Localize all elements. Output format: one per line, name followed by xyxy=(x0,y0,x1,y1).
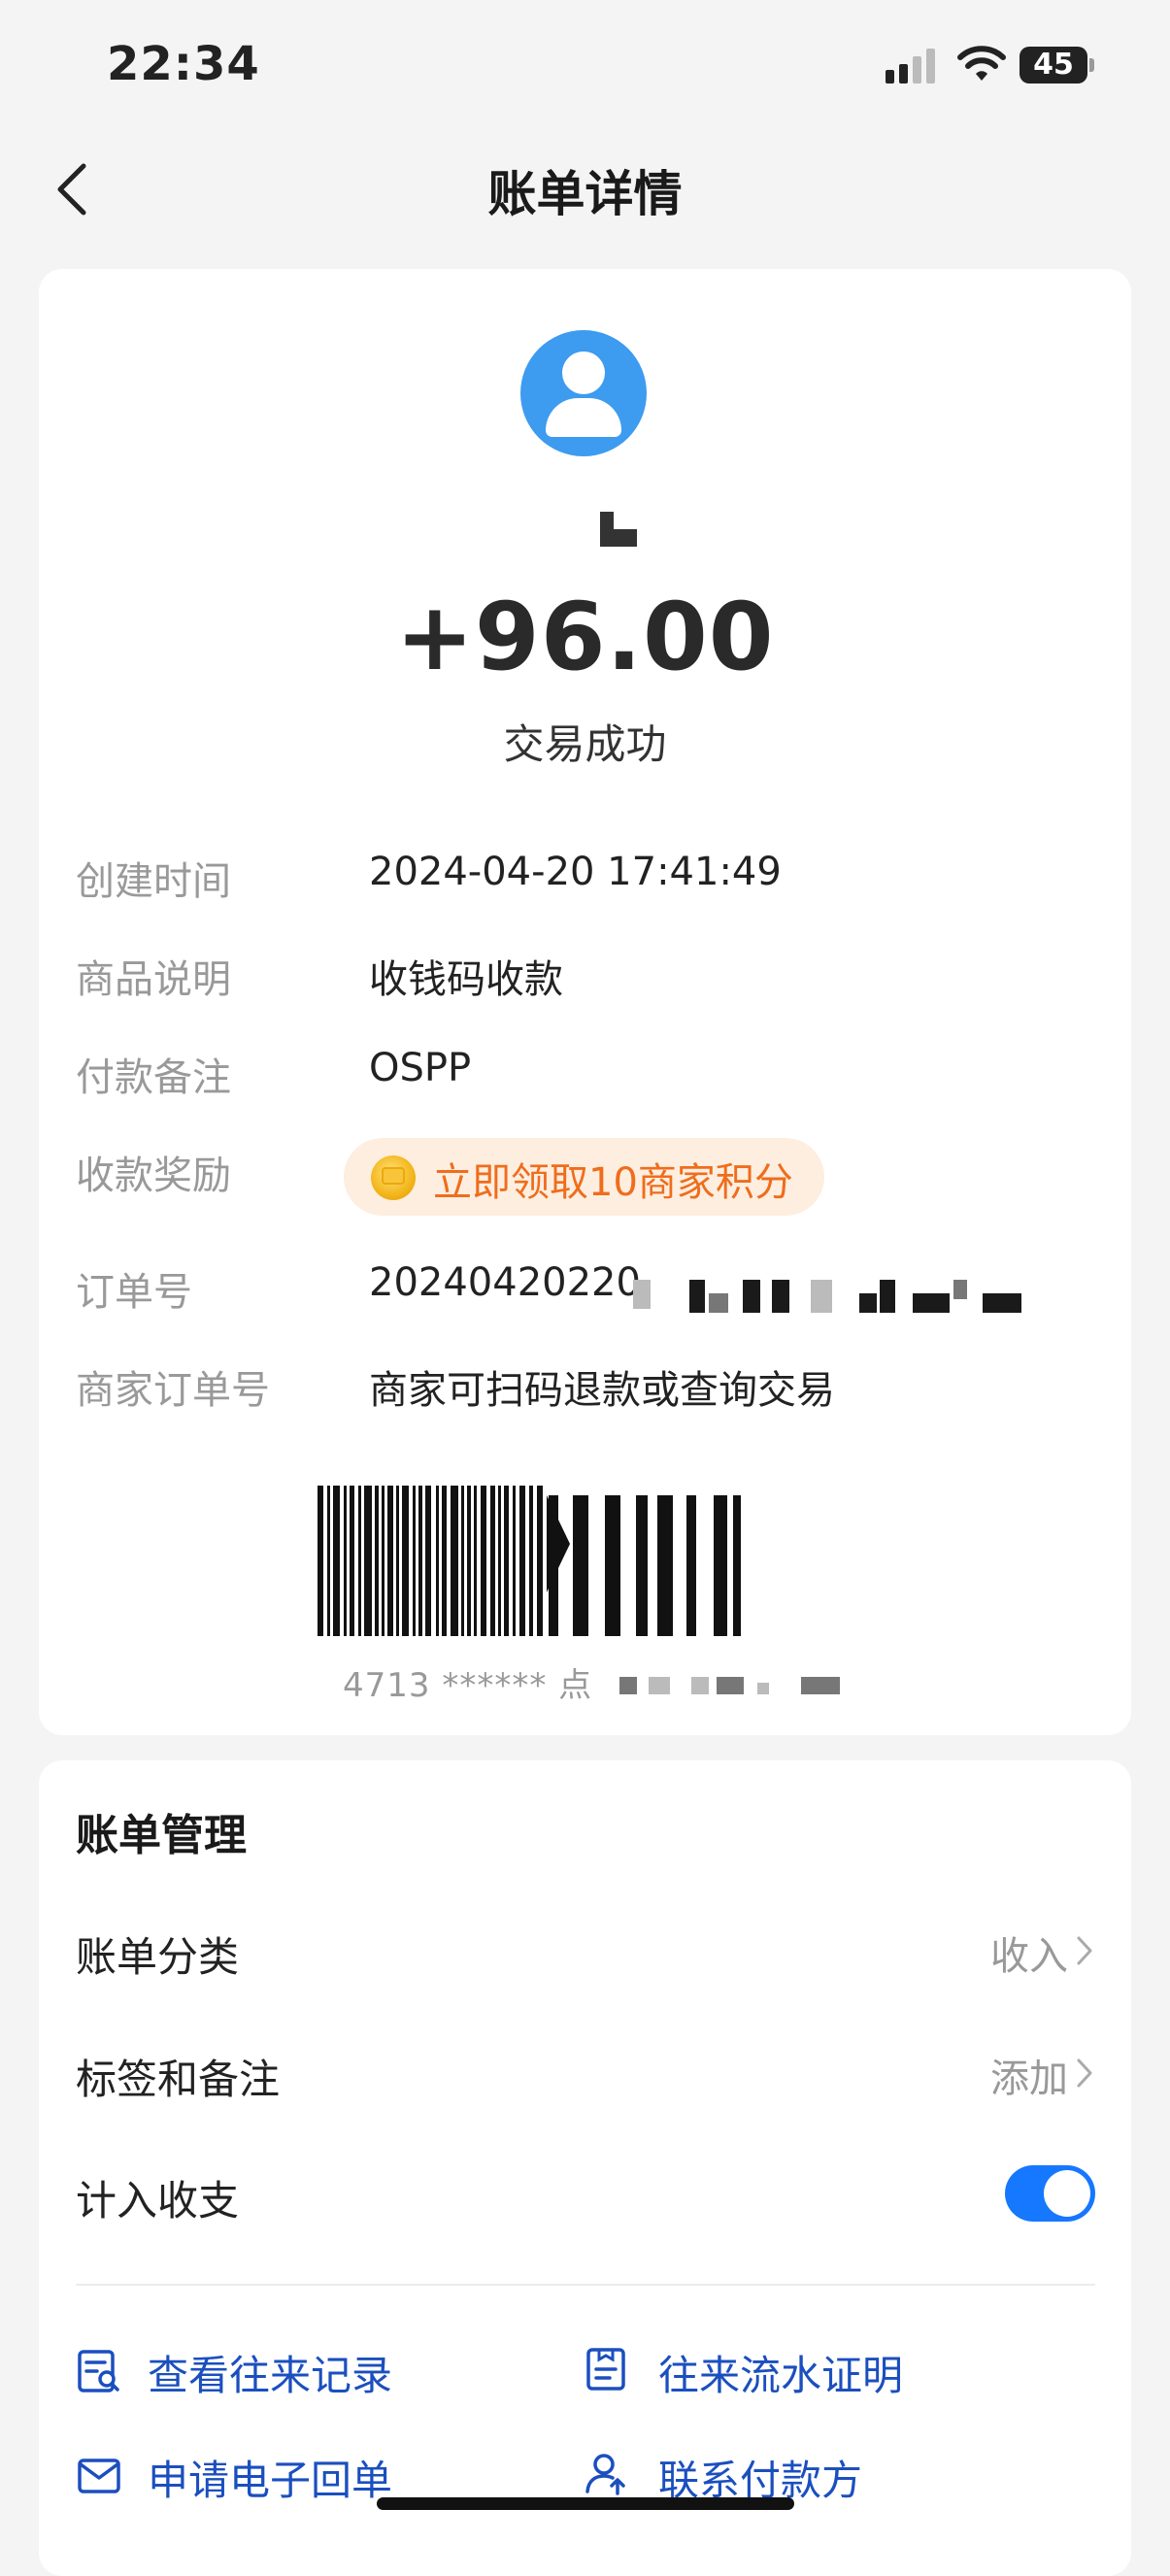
chevron-right-icon[interactable] xyxy=(1073,2057,1096,2090)
merchant-barcode[interactable] xyxy=(316,1486,811,1641)
merchant-order-value: 商家可扫码退款或查询交易 xyxy=(369,1368,835,1413)
view-records-link[interactable]: 查看往来记录 xyxy=(148,2343,392,2402)
payment-memo-label: 付款备注 xyxy=(76,1055,231,1100)
coin-icon xyxy=(371,1155,416,1200)
page-title: 账单详情 xyxy=(487,166,683,222)
contact-person-icon[interactable] xyxy=(583,2451,629,2497)
payer-avatar-icon[interactable] xyxy=(520,330,647,456)
transaction-proof-link[interactable]: 往来流水证明 xyxy=(658,2343,903,2402)
reward-label: 收款奖励 xyxy=(76,1154,231,1198)
bill-category-value[interactable]: 收入 xyxy=(990,1924,1068,1981)
goods-desc-value: 收钱码收款 xyxy=(369,957,563,1002)
wifi-icon xyxy=(957,46,1006,81)
created-time-label: 创建时间 xyxy=(76,859,231,904)
transaction-status: 交易成功 xyxy=(503,720,667,768)
tags-notes-label: 标签和备注 xyxy=(76,2056,281,2103)
reward-button[interactable]: 立即领取10商家积分 xyxy=(344,1138,824,1216)
bill-management-title: 账单管理 xyxy=(76,1811,247,1860)
status-time: 22:34 xyxy=(107,37,260,91)
cellular-signal-icon xyxy=(886,49,940,84)
battery-indicator: 45 xyxy=(1020,47,1087,84)
order-number-label: 订单号 xyxy=(76,1270,192,1315)
include-income-toggle[interactable] xyxy=(1005,2165,1095,2222)
goods-desc-label: 商品说明 xyxy=(76,957,231,1002)
barcode-number: 4713 ****** 点 xyxy=(343,1666,593,1705)
reward-text: 立即领取10商家积分 xyxy=(433,1160,793,1205)
payer-name-mosaic xyxy=(600,512,639,547)
created-time-value: 2024-04-20 17:41:49 xyxy=(369,850,782,894)
bill-category-label: 账单分类 xyxy=(76,1933,240,1981)
statement-document-icon[interactable] xyxy=(583,2346,629,2392)
home-indicator[interactable] xyxy=(377,2497,794,2510)
toggle-knob xyxy=(1044,2170,1090,2217)
email-receipt-icon[interactable] xyxy=(76,2453,122,2499)
tags-notes-value[interactable]: 添加 xyxy=(990,2047,1068,2103)
merchant-order-label: 商家订单号 xyxy=(76,1368,270,1413)
chevron-right-icon[interactable] xyxy=(1073,1934,1096,1967)
divider xyxy=(76,2284,1095,2286)
include-income-label: 计入收支 xyxy=(76,2177,240,2225)
records-search-icon[interactable] xyxy=(76,2348,122,2394)
transaction-amount: +96.00 xyxy=(395,583,775,691)
payment-memo-value: OSPP xyxy=(369,1046,472,1090)
order-number-value: 20240420220 xyxy=(369,1260,641,1305)
e-receipt-link[interactable]: 申请电子回单 xyxy=(148,2448,392,2507)
battery-cap xyxy=(1089,58,1094,72)
